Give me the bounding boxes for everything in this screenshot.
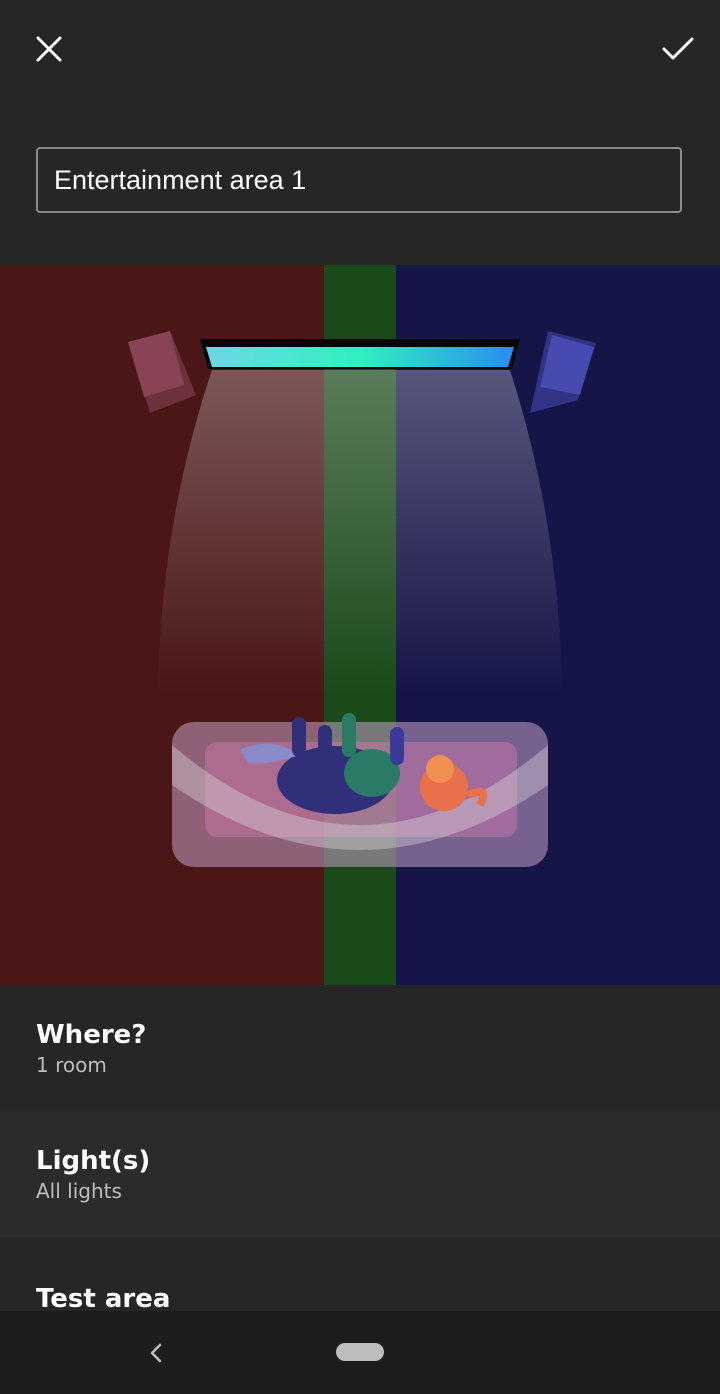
where-setting-row[interactable]: Where? 1 room	[0, 985, 720, 1111]
lights-setting-row[interactable]: Light(s) All lights	[0, 1111, 720, 1237]
light-beam	[158, 370, 562, 695]
where-subtitle: 1 room	[36, 1053, 107, 1077]
lights-subtitle: All lights	[36, 1179, 122, 1203]
test-area-row[interactable]: Test area	[0, 1237, 720, 1314]
system-navigation-bar	[0, 1311, 720, 1394]
lights-title: Light(s)	[36, 1146, 151, 1176]
where-title: Where?	[36, 1020, 147, 1050]
back-button[interactable]	[138, 1333, 174, 1373]
top-bar	[0, 0, 720, 100]
home-pill-icon[interactable]	[336, 1343, 384, 1361]
entertainment-area-illustration	[0, 265, 720, 985]
entertainment-area-name-input[interactable]	[36, 147, 682, 213]
checkmark-icon	[662, 37, 694, 60]
close-icon	[36, 36, 62, 62]
confirm-button[interactable]	[650, 21, 706, 77]
test-area-title: Test area	[36, 1284, 171, 1314]
chevron-left-icon	[150, 1343, 162, 1363]
close-button[interactable]	[21, 21, 77, 77]
